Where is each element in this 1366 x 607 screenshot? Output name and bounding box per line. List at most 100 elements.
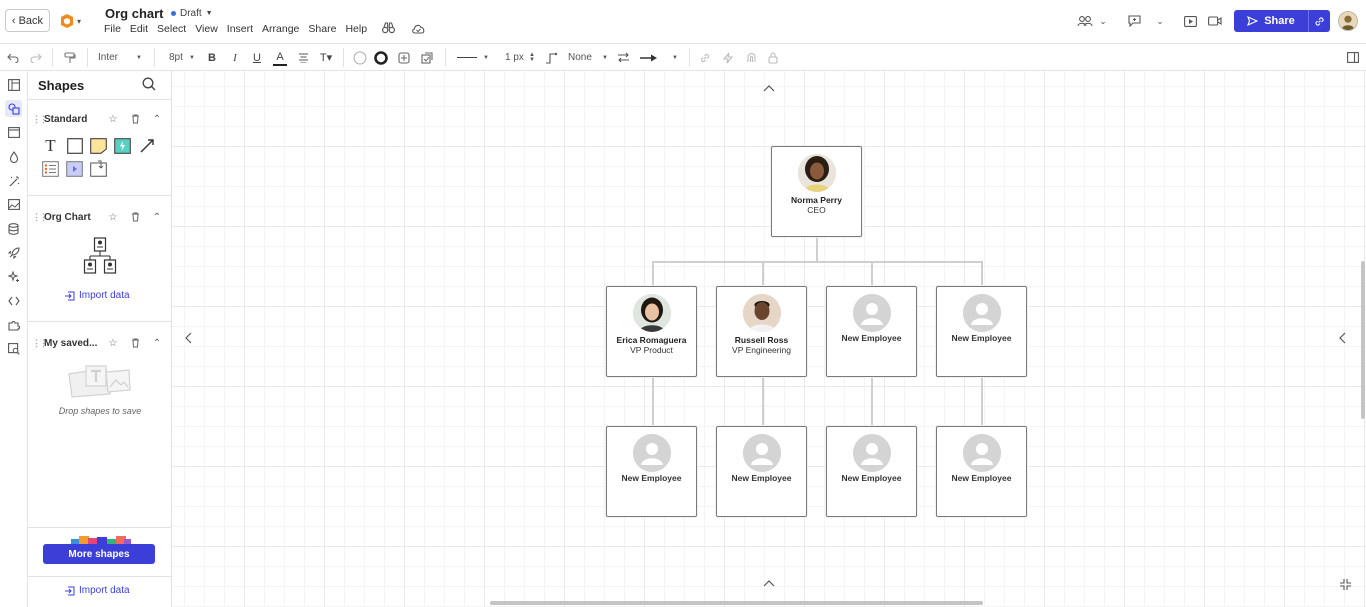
collapse-icon[interactable]: ⌃ [146,212,168,223]
sticky-note-shape-icon[interactable] [90,137,107,154]
lock-icon[interactable] [766,49,780,66]
connector-type-icon[interactable] [543,49,559,66]
trash-icon[interactable] [124,338,146,348]
rocket-icon[interactable] [5,244,22,261]
arrow-end-select[interactable]: ▼ [640,49,678,66]
shapes-icon[interactable] [5,100,22,117]
magnet-icon[interactable] [744,49,758,66]
menu-share[interactable]: Share [308,23,336,35]
copy-link-button[interactable] [1308,10,1330,32]
custom-shape-icon[interactable] [90,160,107,177]
scroll-left-arrow-icon[interactable] [180,330,196,346]
bold-button[interactable]: B [206,49,218,66]
magic-wand-icon[interactable] [5,172,22,189]
menu-help[interactable]: Help [345,23,367,35]
menu-file[interactable]: File [104,23,121,35]
drag-handle-icon[interactable]: ⋮⋮ [32,212,48,223]
star-icon[interactable]: ☆ [102,338,124,349]
org-card-ceo[interactable]: Norma Perry CEO [771,146,862,237]
bottom-import-data-link[interactable]: Import data [64,585,130,596]
rectangle-shape-icon[interactable] [66,137,83,154]
section-my-saved-header[interactable]: ⋮⋮ My saved... ☆ ⌃ [32,335,168,351]
org-card[interactable]: Russell Ross VP Engineering [716,286,807,377]
trash-icon[interactable] [124,212,146,222]
arrow-start-select[interactable]: None ▼ [568,49,608,66]
scroll-right-arrow-icon[interactable] [1334,330,1350,346]
app-logo[interactable]: ▾ [60,12,86,30]
org-card[interactable]: Erica Romaguera VP Product [606,286,697,377]
org-chart-shape-icon[interactable] [83,237,117,275]
font-size-select[interactable]: 8pt ▼ [169,49,195,66]
menu-insert[interactable]: Insert [227,23,253,35]
org-card[interactable]: New Employee [936,286,1027,377]
star-icon[interactable]: ☆ [102,114,124,125]
draft-status[interactable]: Draft ▼ [171,8,213,19]
section-org-chart-header[interactable]: ⋮⋮ Org Chart ☆ ⌃ [32,209,168,225]
swap-arrows-icon[interactable] [615,49,631,66]
align-icon[interactable] [296,49,310,66]
right-panel-toggle-icon[interactable] [1346,49,1360,66]
text-color-button[interactable]: A [273,49,287,66]
horizontal-scrollbar[interactable] [490,601,983,605]
org-import-data-link[interactable]: Import data [64,290,130,301]
section-standard-header[interactable]: ⋮⋮ Standard ☆ ⌃ [32,111,168,127]
fit-screen-icon[interactable] [1337,576,1353,592]
org-card[interactable]: New Employee [606,426,697,517]
comment-icon[interactable] [1120,11,1148,31]
list-shape-icon[interactable] [42,160,59,177]
underline-button[interactable]: U [251,49,263,66]
vertical-scrollbar[interactable] [1361,261,1365,419]
code-icon[interactable] [5,292,22,309]
comment-dropdown-icon[interactable]: ⌄ [1148,11,1172,31]
frames-icon[interactable] [5,124,22,141]
back-button[interactable]: ‹ Back [5,9,50,32]
embed-shape-icon[interactable] [66,160,83,177]
org-card[interactable]: New Employee [826,426,917,517]
pages-icon[interactable] [5,76,22,93]
line-width-stepper[interactable]: 1 px ▲ ▼ [505,49,535,66]
italic-button[interactable]: I [229,49,241,66]
search-icon[interactable] [142,77,157,92]
drag-handle-icon[interactable]: ⋮⋮ [32,114,48,125]
collapse-icon[interactable]: ⌃ [146,338,168,349]
text-shape-icon[interactable]: T [42,136,59,155]
style-icon[interactable] [419,49,435,66]
drag-handle-icon[interactable]: ⋮⋮ [32,338,48,349]
ai-sparkle-icon[interactable] [5,268,22,285]
data-icon[interactable] [5,220,22,237]
redo-icon[interactable] [29,49,43,66]
link-icon[interactable] [698,49,712,66]
fill-color-icon[interactable] [352,49,368,66]
search-image-icon[interactable] [5,340,22,357]
scroll-up-arrow-icon[interactable] [761,80,777,96]
fill-drop-icon[interactable] [5,148,22,165]
action-icon[interactable] [721,49,735,66]
video-call-icon[interactable] [1202,11,1228,31]
menu-edit[interactable]: Edit [130,23,148,35]
org-card[interactable]: New Employee [826,286,917,377]
undo-icon[interactable] [6,49,20,66]
image-icon[interactable] [5,196,22,213]
line-color-icon[interactable] [373,49,389,66]
binoculars-icon[interactable] [380,20,396,36]
document-title[interactable]: Org chart [105,6,164,21]
more-shapes-button[interactable]: More shapes [43,544,155,564]
org-card[interactable]: New Employee [716,426,807,517]
font-family-select[interactable]: Inter ▼ [98,49,142,66]
star-icon[interactable]: ☆ [102,212,124,223]
cloud-saved-icon[interactable] [410,20,426,36]
trash-icon[interactable] [124,114,146,124]
diagram-canvas[interactable]: Norma Perry CEO Erica Romaguera VP Produ… [172,71,1366,607]
line-shape-icon[interactable] [138,137,155,154]
line-style-select[interactable]: ▼ [457,49,489,66]
action-shape-icon[interactable] [114,137,131,154]
puzzle-icon[interactable] [5,316,22,333]
collapse-icon[interactable]: ⌃ [146,114,168,125]
collaborators-dropdown-icon[interactable]: ⌄ [1096,11,1110,31]
user-avatar[interactable] [1338,11,1358,31]
text-options-button[interactable]: T▾ [318,49,334,66]
shape-options-icon[interactable] [396,49,412,66]
scroll-down-arrow-icon[interactable] [761,575,777,591]
format-painter-icon[interactable] [62,49,78,66]
menu-select[interactable]: Select [157,23,186,35]
